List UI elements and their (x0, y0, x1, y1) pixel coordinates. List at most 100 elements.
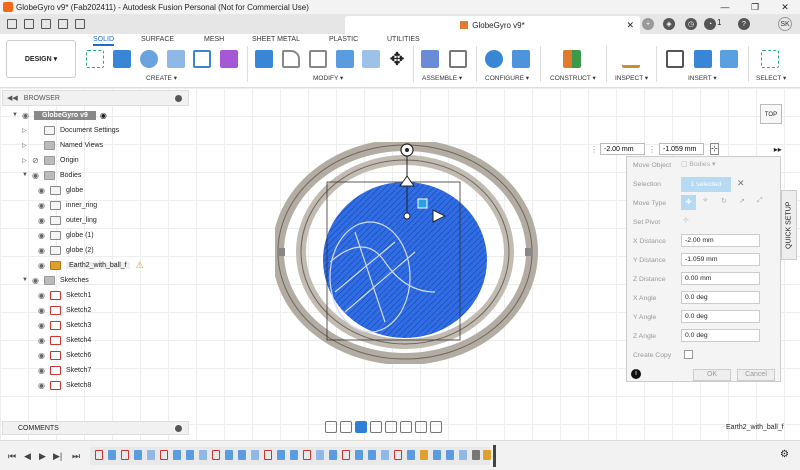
browser-item[interactable]: ◉ globe (1) (38, 228, 94, 242)
extrude-icon[interactable] (113, 50, 131, 68)
timeline-feature-icon[interactable] (251, 450, 259, 460)
app-grid-icon[interactable] (7, 19, 17, 29)
activate-radio-icon[interactable]: ◉ (100, 111, 107, 120)
extensions-icon[interactable]: ◈ (663, 18, 675, 30)
play-icon[interactable]: ▶ (39, 451, 46, 462)
visibility-eye-icon[interactable]: ◉ (38, 216, 50, 225)
undo-icon[interactable] (58, 19, 68, 29)
tab-utilities[interactable]: UTILITIES (387, 36, 420, 43)
combine-icon[interactable] (362, 50, 380, 68)
timeline-feature-icon[interactable] (238, 450, 246, 460)
group-select[interactable]: SELECT ▾ (756, 74, 786, 82)
browser-item[interactable]: ◉ outer_ling (38, 213, 97, 227)
timeline-feature-icon[interactable] (225, 450, 233, 460)
group-insert[interactable]: INSERT ▾ (688, 74, 717, 82)
timeline-sketch-icon[interactable] (303, 450, 311, 460)
x-angle-field[interactable]: 0.0 deg (681, 291, 760, 304)
browser-item[interactable]: ◉ inner_ring (38, 198, 97, 212)
gizmo-origin[interactable] (403, 212, 411, 220)
insert-mesh-icon[interactable] (694, 50, 712, 68)
grid-settings-icon[interactable] (415, 421, 427, 433)
visibility-eye-icon[interactable]: ◉ (22, 111, 34, 120)
timeline-sketch-icon[interactable] (160, 450, 168, 460)
quick-setup-tab[interactable]: QUICK SETUP (781, 190, 797, 260)
viewports-icon[interactable] (430, 421, 442, 433)
browser-item[interactable]: ◉ globe (38, 183, 83, 197)
group-create[interactable]: CREATE ▾ (146, 74, 177, 82)
browser-options-icon[interactable] (175, 94, 182, 102)
browser-root[interactable]: ▼ ◉ GlobeGyro v9 ◉ (12, 108, 107, 122)
go-to-start-icon[interactable]: ⏮ (8, 451, 16, 462)
browser-item[interactable]: ▼ ◉ Bodies (22, 168, 81, 182)
insert-derive-icon[interactable] (666, 50, 684, 68)
timeline-feature-icon[interactable] (433, 450, 441, 460)
group-inspect[interactable]: INSPECT ▾ (615, 74, 648, 82)
joint-icon[interactable] (449, 50, 467, 68)
point-to-position-icon[interactable]: ⤢ (757, 197, 763, 205)
workspace-switcher[interactable]: DESIGN ▾ (6, 40, 76, 78)
y-angle-field[interactable]: 0.0 deg (681, 310, 760, 323)
shell-icon[interactable] (336, 50, 354, 68)
tab-plastic[interactable]: PLASTIC (329, 36, 358, 43)
timeline-feature-icon[interactable] (290, 450, 298, 460)
group-construct[interactable]: CONSTRUCT ▾ (550, 74, 596, 82)
gyro-model[interactable] (275, 142, 545, 364)
timeline-sketch-icon[interactable] (212, 450, 220, 460)
parameters-icon[interactable] (512, 50, 530, 68)
view-cube[interactable]: TOP (760, 104, 782, 124)
timeline-feature-icon[interactable] (407, 450, 415, 460)
free-move-icon[interactable]: ✥ (681, 195, 696, 210)
rotate-icon[interactable]: ↻ (721, 197, 727, 205)
hidden-eye-icon[interactable]: ⊘ (32, 156, 44, 165)
close-icon[interactable]: ✕ (770, 0, 800, 14)
pattern-icon[interactable] (193, 50, 211, 68)
construct-plane-icon[interactable] (563, 50, 581, 68)
timeline-sketch-icon[interactable] (342, 450, 350, 460)
timeline-feature-icon[interactable] (355, 450, 363, 460)
timeline-feature-icon[interactable] (368, 450, 376, 460)
maximize-icon[interactable]: ❐ (740, 0, 770, 14)
minimize-icon[interactable]: — (710, 0, 740, 14)
browser-item[interactable]: ◉ Sketch1 (38, 288, 91, 302)
group-modify[interactable]: MODIFY ▾ (313, 74, 343, 82)
pan-icon[interactable] (355, 421, 367, 433)
visibility-eye-icon[interactable]: ◉ (38, 231, 50, 240)
visibility-eye-icon[interactable]: ◉ (32, 276, 44, 285)
browser-item[interactable]: ◉ Sketch3 (38, 318, 91, 332)
form-icon[interactable] (220, 50, 238, 68)
visibility-eye-icon[interactable]: ◉ (38, 201, 50, 210)
timeline-feature-icon[interactable] (277, 450, 285, 460)
timeline-feature-icon[interactable] (108, 450, 116, 460)
help-icon[interactable]: ? (738, 18, 750, 30)
group-configure[interactable]: CONFIGURE ▾ (485, 74, 529, 82)
visibility-eye-icon[interactable]: ◉ (32, 171, 44, 180)
browser-item[interactable]: ◉ globe (2) (38, 243, 94, 257)
timeline-feature-icon[interactable] (173, 450, 181, 460)
y-distance-field[interactable]: -1.059 mm (681, 253, 760, 266)
timeline-feature-icon[interactable] (147, 450, 155, 460)
browser-item[interactable]: ◉ Sketch4 (38, 333, 91, 347)
timeline-feature-icon[interactable] (472, 450, 480, 460)
z-angle-field[interactable]: 0.0 deg (681, 329, 760, 342)
warning-icon[interactable]: ⚠ (136, 260, 144, 271)
measure-icon[interactable] (622, 50, 640, 68)
timeline-mesh-icon[interactable] (420, 450, 428, 460)
comments-options-icon[interactable] (175, 424, 182, 432)
move-up-arrow[interactable] (399, 175, 415, 187)
step-forward-icon[interactable]: ▶| (53, 451, 62, 462)
visibility-eye-icon[interactable]: ◉ (38, 246, 50, 255)
timeline-sketch-icon[interactable] (95, 450, 103, 460)
zoom-window-icon[interactable] (385, 421, 397, 433)
browser-item[interactable]: ▷ Document Settings (22, 123, 119, 137)
new-component-icon[interactable] (421, 50, 439, 68)
cancel-button[interactable]: Cancel (737, 369, 775, 381)
timeline-settings-icon[interactable]: ⚙ (780, 449, 789, 460)
look-at-icon[interactable] (340, 421, 352, 433)
orbit-icon[interactable] (325, 421, 337, 433)
timeline-feature-icon[interactable] (186, 450, 194, 460)
online-status-icon[interactable]: ◷ (685, 18, 697, 30)
visibility-eye-icon[interactable]: ◉ (38, 186, 50, 195)
selection-chip[interactable]: 1 selected (681, 177, 731, 192)
timeline-feature-icon[interactable] (199, 450, 207, 460)
select-icon[interactable] (761, 50, 779, 68)
